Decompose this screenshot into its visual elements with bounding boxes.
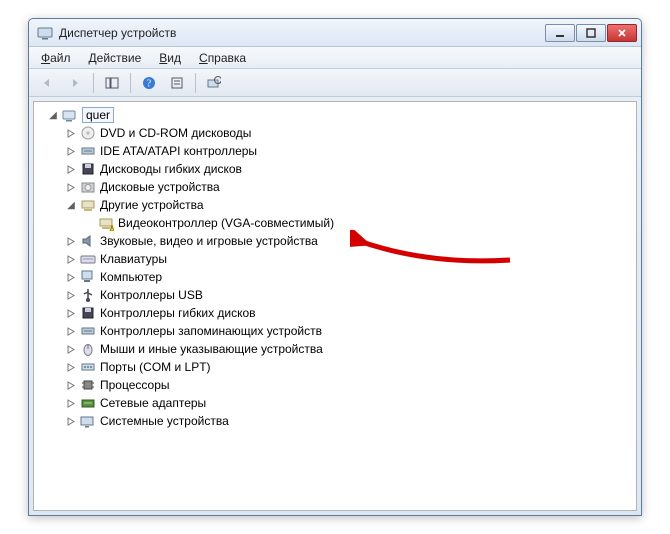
tree-category-disk[interactable]: Дисковые устройства	[38, 178, 636, 196]
vga-icon: !	[98, 215, 114, 231]
cpu-icon	[80, 377, 96, 393]
expand-icon[interactable]	[64, 126, 78, 140]
expand-icon[interactable]	[64, 162, 78, 176]
tree-category-keyboard[interactable]: Клавиатуры	[38, 250, 636, 268]
menubar: Файл Действие Вид Справка	[29, 47, 641, 69]
minimize-button[interactable]	[545, 24, 575, 42]
device-tree-pane[interactable]: ◢ quer DVD и CD-ROM дисководы IDE ATA/ATAPI…	[33, 101, 637, 511]
tree-category-ports[interactable]: Порты (COM и LPT)	[38, 358, 636, 376]
toolbar: ?	[29, 69, 641, 97]
expand-icon[interactable]	[64, 378, 78, 392]
expand-icon[interactable]	[64, 270, 78, 284]
storage-icon	[80, 323, 96, 339]
tree-root[interactable]: ◢ quer	[38, 106, 636, 124]
titlebar[interactable]: Диспетчер устройств	[29, 19, 641, 47]
tree-item-label: DVD и CD-ROM дисководы	[100, 126, 251, 140]
window-title: Диспетчер устройств	[59, 26, 545, 40]
scan-hardware-button[interactable]	[202, 72, 226, 94]
toolbar-separator	[195, 73, 196, 93]
tree-item-label: IDE ATA/ATAPI контроллеры	[100, 144, 257, 158]
menu-view[interactable]: Вид	[151, 49, 189, 67]
tree-category-floppy[interactable]: Дисководы гибких дисков	[38, 160, 636, 178]
dvd-icon	[80, 125, 96, 141]
keyboard-icon	[80, 251, 96, 267]
computer-icon	[80, 269, 96, 285]
help-button[interactable]: ?	[137, 72, 161, 94]
tree-category-storage[interactable]: Контроллеры запоминающих устройств	[38, 322, 636, 340]
floppy-icon	[80, 161, 96, 177]
device-manager-window: Диспетчер устройств Файл Действие Вид Сп…	[28, 18, 642, 516]
collapse-icon[interactable]: ◢	[46, 108, 60, 122]
tree-item-label: Дисководы гибких дисков	[100, 162, 242, 176]
expand-icon[interactable]	[64, 288, 78, 302]
tree-item-label: Дисковые устройства	[100, 180, 220, 194]
menu-help[interactable]: Справка	[191, 49, 254, 67]
tree-category-floppyctrl[interactable]: Контроллеры гибких дисков	[38, 304, 636, 322]
tree-item-label: Порты (COM и LPT)	[100, 360, 211, 374]
tree-item-label: Видеоконтроллер (VGA-совместимый)	[118, 216, 334, 230]
system-icon	[80, 413, 96, 429]
toolbar-separator	[93, 73, 94, 93]
tree-item-label: Контроллеры запоминающих устройств	[100, 324, 322, 338]
usb-icon	[80, 287, 96, 303]
tree-item-label: Компьютер	[100, 270, 162, 284]
properties-button[interactable]	[165, 72, 189, 94]
tree-item-label: Клавиатуры	[100, 252, 167, 266]
tree-category-system[interactable]: Системные устройства	[38, 412, 636, 430]
expand-icon[interactable]	[64, 342, 78, 356]
expand-icon[interactable]	[64, 414, 78, 428]
forward-button[interactable]	[63, 72, 87, 94]
expand-icon[interactable]	[64, 234, 78, 248]
expand-icon[interactable]	[64, 396, 78, 410]
tree-category-usb[interactable]: Контроллеры USB	[38, 286, 636, 304]
net-icon	[80, 395, 96, 411]
tree-device-vga[interactable]: ! Видеоконтроллер (VGA-совместимый)	[38, 214, 636, 232]
tree-item-label: Контроллеры USB	[100, 288, 203, 302]
toolbar-separator	[130, 73, 131, 93]
tree-item-label: Другие устройства	[100, 198, 204, 212]
tree-category-other[interactable]: ◢ Другие устройства	[38, 196, 636, 214]
menu-action[interactable]: Действие	[81, 49, 150, 67]
other-icon	[80, 197, 96, 213]
tree-category-net[interactable]: Сетевые адаптеры	[38, 394, 636, 412]
tree-category-mouse[interactable]: Мыши и иные указывающие устройства	[38, 340, 636, 358]
ports-icon	[80, 359, 96, 375]
tree-item-label: Контроллеры гибких дисков	[100, 306, 256, 320]
mouse-icon	[80, 341, 96, 357]
app-icon	[37, 25, 53, 41]
close-button[interactable]	[607, 24, 637, 42]
tree-category-sound[interactable]: Звуковые, видео и игровые устройства	[38, 232, 636, 250]
expand-icon[interactable]	[64, 180, 78, 194]
tree-item-label: Системные устройства	[100, 414, 229, 428]
tree-category-ide[interactable]: IDE ATA/ATAPI контроллеры	[38, 142, 636, 160]
tree-item-label: Сетевые адаптеры	[100, 396, 206, 410]
maximize-button[interactable]	[576, 24, 606, 42]
tree-item-label: Процессоры	[100, 378, 170, 392]
collapse-icon[interactable]: ◢	[64, 198, 78, 212]
tree-item-label: quer	[82, 107, 114, 123]
expand-icon[interactable]	[64, 360, 78, 374]
expand-icon[interactable]	[64, 306, 78, 320]
tree-category-computer[interactable]: Компьютер	[38, 268, 636, 286]
back-button[interactable]	[35, 72, 59, 94]
root-icon	[62, 107, 78, 123]
svg-text:?: ?	[147, 78, 152, 89]
ide-icon	[80, 143, 96, 159]
expand-icon[interactable]	[64, 324, 78, 338]
window-buttons	[545, 24, 637, 42]
tree-category-dvd[interactable]: DVD и CD-ROM дисководы	[38, 124, 636, 142]
tree-item-label: Мыши и иные указывающие устройства	[100, 342, 323, 356]
floppyctrl-icon	[80, 305, 96, 321]
menu-file[interactable]: Файл	[33, 49, 79, 67]
tree-category-cpu[interactable]: Процессоры	[38, 376, 636, 394]
expand-icon[interactable]	[64, 252, 78, 266]
show-hide-tree-button[interactable]	[100, 72, 124, 94]
sound-icon	[80, 233, 96, 249]
expand-icon[interactable]	[64, 144, 78, 158]
disk-icon	[80, 179, 96, 195]
device-tree: ◢ quer DVD и CD-ROM дисководы IDE ATA/ATAPI…	[34, 102, 636, 434]
tree-item-label: Звуковые, видео и игровые устройства	[100, 234, 318, 248]
